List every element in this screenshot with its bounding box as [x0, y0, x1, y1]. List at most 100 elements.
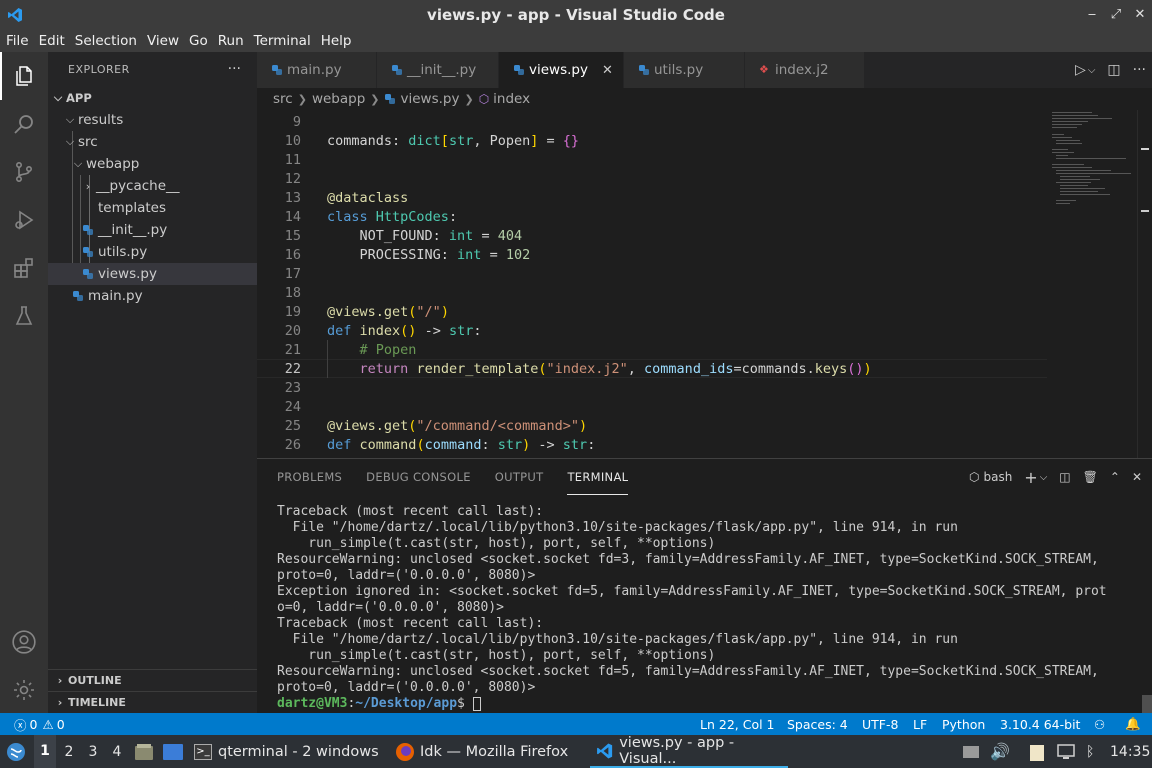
account-icon[interactable] [0, 618, 48, 666]
python-interpreter[interactable]: 3.10.4 64-bit [1000, 713, 1080, 735]
indentation-status[interactable]: Spaces: 4 [787, 713, 848, 735]
tree-file-views-py[interactable]: views.py [48, 263, 257, 285]
testing-flask-icon[interactable] [0, 292, 48, 340]
keyboard-layout-icon[interactable] [962, 735, 980, 768]
source-control-icon[interactable] [0, 148, 48, 196]
menu-go[interactable]: Go [189, 33, 215, 49]
menu-edit[interactable]: Edit [39, 33, 72, 49]
task-qterminal[interactable]: >_ qterminal - 2 windows [194, 735, 379, 768]
menu-help[interactable]: Help [321, 33, 359, 49]
terminal-prompt[interactable]: dartz@VM3:~/Desktop/app$ [277, 696, 481, 712]
code-line[interactable]: 9 [257, 112, 1137, 131]
notifications-bell-icon[interactable]: 🔔 [1125, 713, 1141, 735]
bluetooth-icon[interactable]: ᛒ [1086, 735, 1094, 768]
explorer-more-icon[interactable]: ··· [228, 61, 241, 77]
desktop-icon[interactable] [162, 735, 184, 768]
clock[interactable]: 14:35 [1110, 735, 1150, 768]
task-vscode[interactable]: views.py - app - Visual... [590, 735, 788, 768]
settings-gear-icon[interactable] [0, 666, 48, 714]
trash-icon[interactable]: 🗑 [1083, 470, 1098, 484]
menu-file[interactable]: File [6, 33, 36, 49]
tree-file-main-py[interactable]: main.py [48, 285, 257, 307]
code-line[interactable]: 26 def command(command: str) -> str: [257, 435, 1137, 454]
file-manager-icon[interactable] [134, 735, 154, 768]
code-line[interactable]: 23 [257, 378, 1137, 397]
code-line[interactable]: 25 @views.get("/command/<command>") [257, 416, 1137, 435]
eol-status[interactable]: LF [913, 713, 927, 735]
problems-status[interactable]: ⓧ 0 ⚠ 0 [14, 713, 65, 735]
editor-scrollbar[interactable] [1137, 110, 1152, 458]
code-line[interactable]: 22 return render_template("index.j2", co… [257, 359, 1137, 378]
code-line[interactable]: 18 [257, 283, 1137, 302]
code-line[interactable]: 16 PROCESSING: int = 102 [257, 245, 1137, 264]
minimap[interactable] [1047, 110, 1137, 458]
menu-view[interactable]: View [147, 33, 186, 49]
tab-debug-console[interactable]: DEBUG CONSOLE [366, 459, 471, 495]
menu-terminal[interactable]: Terminal [254, 33, 318, 49]
network-icon[interactable] [1056, 735, 1076, 768]
explorer-root-app[interactable]: ⌵ APP [48, 87, 257, 109]
workspace-4[interactable]: 4 [106, 744, 128, 760]
tab-utils-py[interactable]: utils.py [624, 52, 745, 88]
code-line[interactable]: 11 [257, 150, 1137, 169]
tree-file-utils-py[interactable]: utils.py [48, 241, 257, 263]
run-file-icon[interactable]: ▷ [1075, 62, 1086, 78]
more-actions-icon[interactable]: ··· [1133, 62, 1146, 78]
code-line[interactable]: 21 # Popen [257, 340, 1137, 359]
maximize-panel-icon[interactable]: ⌃ [1110, 470, 1120, 484]
language-mode[interactable]: Python [942, 713, 985, 735]
clipboard-icon[interactable] [1028, 735, 1046, 768]
terminal-shell-label[interactable]: bash [983, 470, 1012, 484]
terminal-scrollbar[interactable] [1142, 695, 1152, 713]
breadcrumb-views-py[interactable]: views.py [400, 91, 459, 107]
timeline-section[interactable]: › TIMELINE [48, 691, 257, 713]
search-icon[interactable] [0, 100, 48, 148]
code-line[interactable]: 15 NOT_FOUND: int = 404 [257, 226, 1137, 245]
start-menu-icon[interactable] [4, 735, 28, 768]
workspace-2[interactable]: 2 [58, 744, 80, 760]
run-dropdown-icon[interactable]: ⌵ [1088, 65, 1096, 76]
split-editor-icon[interactable]: ◫ [1107, 62, 1120, 78]
tab-terminal[interactable]: TERMINAL [567, 459, 629, 495]
tab-init-py[interactable]: __init__.py [377, 52, 499, 88]
tree-folder-src[interactable]: ⌵ src [48, 131, 257, 153]
code-line[interactable]: 20 def index() -> str: [257, 321, 1137, 340]
split-terminal-icon[interactable]: ◫ [1059, 470, 1070, 484]
close-window-icon[interactable]: ✕ [1128, 7, 1152, 22]
volume-icon[interactable]: 🔊 [990, 735, 1010, 768]
code-line[interactable]: 19 @views.get("/") [257, 302, 1137, 321]
close-panel-icon[interactable]: ✕ [1132, 470, 1142, 484]
close-tab-icon[interactable]: ✕ [602, 63, 613, 78]
tree-file-init-py[interactable]: __init__.py [48, 219, 257, 241]
explorer-icon[interactable] [0, 52, 48, 100]
encoding-status[interactable]: UTF-8 [862, 713, 898, 735]
code-line[interactable]: 14 class HttpCodes: [257, 207, 1137, 226]
code-line[interactable]: 24 [257, 397, 1137, 416]
menu-run[interactable]: Run [218, 33, 251, 49]
minimize-icon[interactable]: ‒ [1080, 7, 1104, 22]
terminal-dropdown-icon[interactable]: ⌵ [1040, 472, 1048, 483]
workspace-1[interactable]: 1 [34, 735, 56, 768]
breadcrumb-webapp[interactable]: webapp [312, 91, 365, 107]
tab-index-j2[interactable]: ❖ index.j2 [745, 52, 865, 88]
extensions-icon[interactable] [0, 244, 48, 292]
run-debug-icon[interactable] [0, 196, 48, 244]
tree-folder-templates[interactable]: templates [48, 197, 257, 219]
tree-folder-results[interactable]: ⌵ results [48, 109, 257, 131]
breadcrumb-src[interactable]: src [273, 91, 293, 107]
workspace-3[interactable]: 3 [82, 744, 104, 760]
new-terminal-plus-icon[interactable]: + [1024, 468, 1037, 487]
breadcrumb-index[interactable]: index [493, 91, 530, 107]
menu-selection[interactable]: Selection [75, 33, 144, 49]
tree-folder-webapp[interactable]: ⌵ webapp [48, 153, 257, 175]
code-line[interactable]: 13 @dataclass [257, 188, 1137, 207]
tab-problems[interactable]: PROBLEMS [277, 459, 342, 495]
maximize-icon[interactable]: ⤢ [1104, 7, 1128, 22]
code-line[interactable]: 12 [257, 169, 1137, 188]
task-firefox[interactable]: Idk — Mozilla Firefox [395, 735, 568, 768]
code-editor[interactable]: 9 10 commands: dict[str, Popen] = {} 11 12 13… [257, 110, 1137, 458]
cursor-position[interactable]: Ln 22, Col 1 [700, 713, 775, 735]
feedback-icon[interactable]: ⚇ [1094, 713, 1105, 735]
tab-main-py[interactable]: main.py [257, 52, 377, 88]
outline-section[interactable]: › OUTLINE [48, 669, 257, 691]
